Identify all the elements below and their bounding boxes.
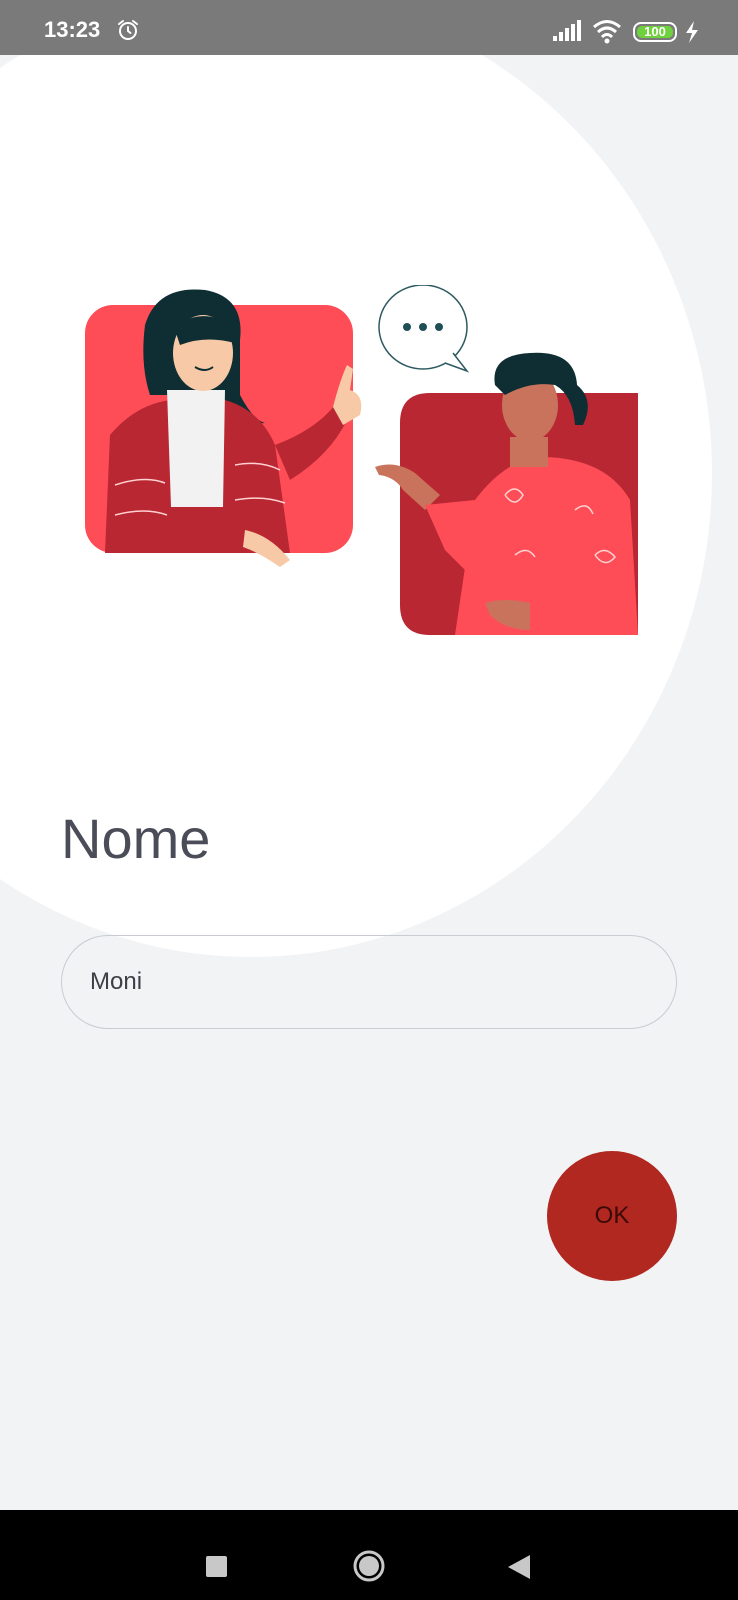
wifi-icon [593, 20, 621, 44]
navigation-bar [0, 1510, 738, 1600]
home-icon[interactable] [352, 1549, 386, 1583]
battery-icon: 100 [633, 22, 677, 42]
charging-icon [686, 21, 698, 43]
alarm-icon [118, 20, 138, 40]
back-icon[interactable] [506, 1553, 532, 1581]
signal-icon [553, 20, 581, 41]
page-title: Nome [61, 807, 211, 870]
name-input[interactable]: Moni [61, 935, 677, 1029]
ok-button-label: OK [594, 1202, 630, 1229]
name-input-value: Moni [90, 968, 143, 995]
content-area [0, 55, 738, 1510]
battery-level: 100 [644, 24, 666, 39]
two-people-chat-illustration [85, 285, 638, 635]
status-bar: 13:23 100 [0, 0, 738, 55]
recent-apps-icon[interactable] [206, 1556, 227, 1577]
ok-button[interactable]: OK [547, 1151, 677, 1281]
status-time: 13:23 [44, 17, 101, 42]
